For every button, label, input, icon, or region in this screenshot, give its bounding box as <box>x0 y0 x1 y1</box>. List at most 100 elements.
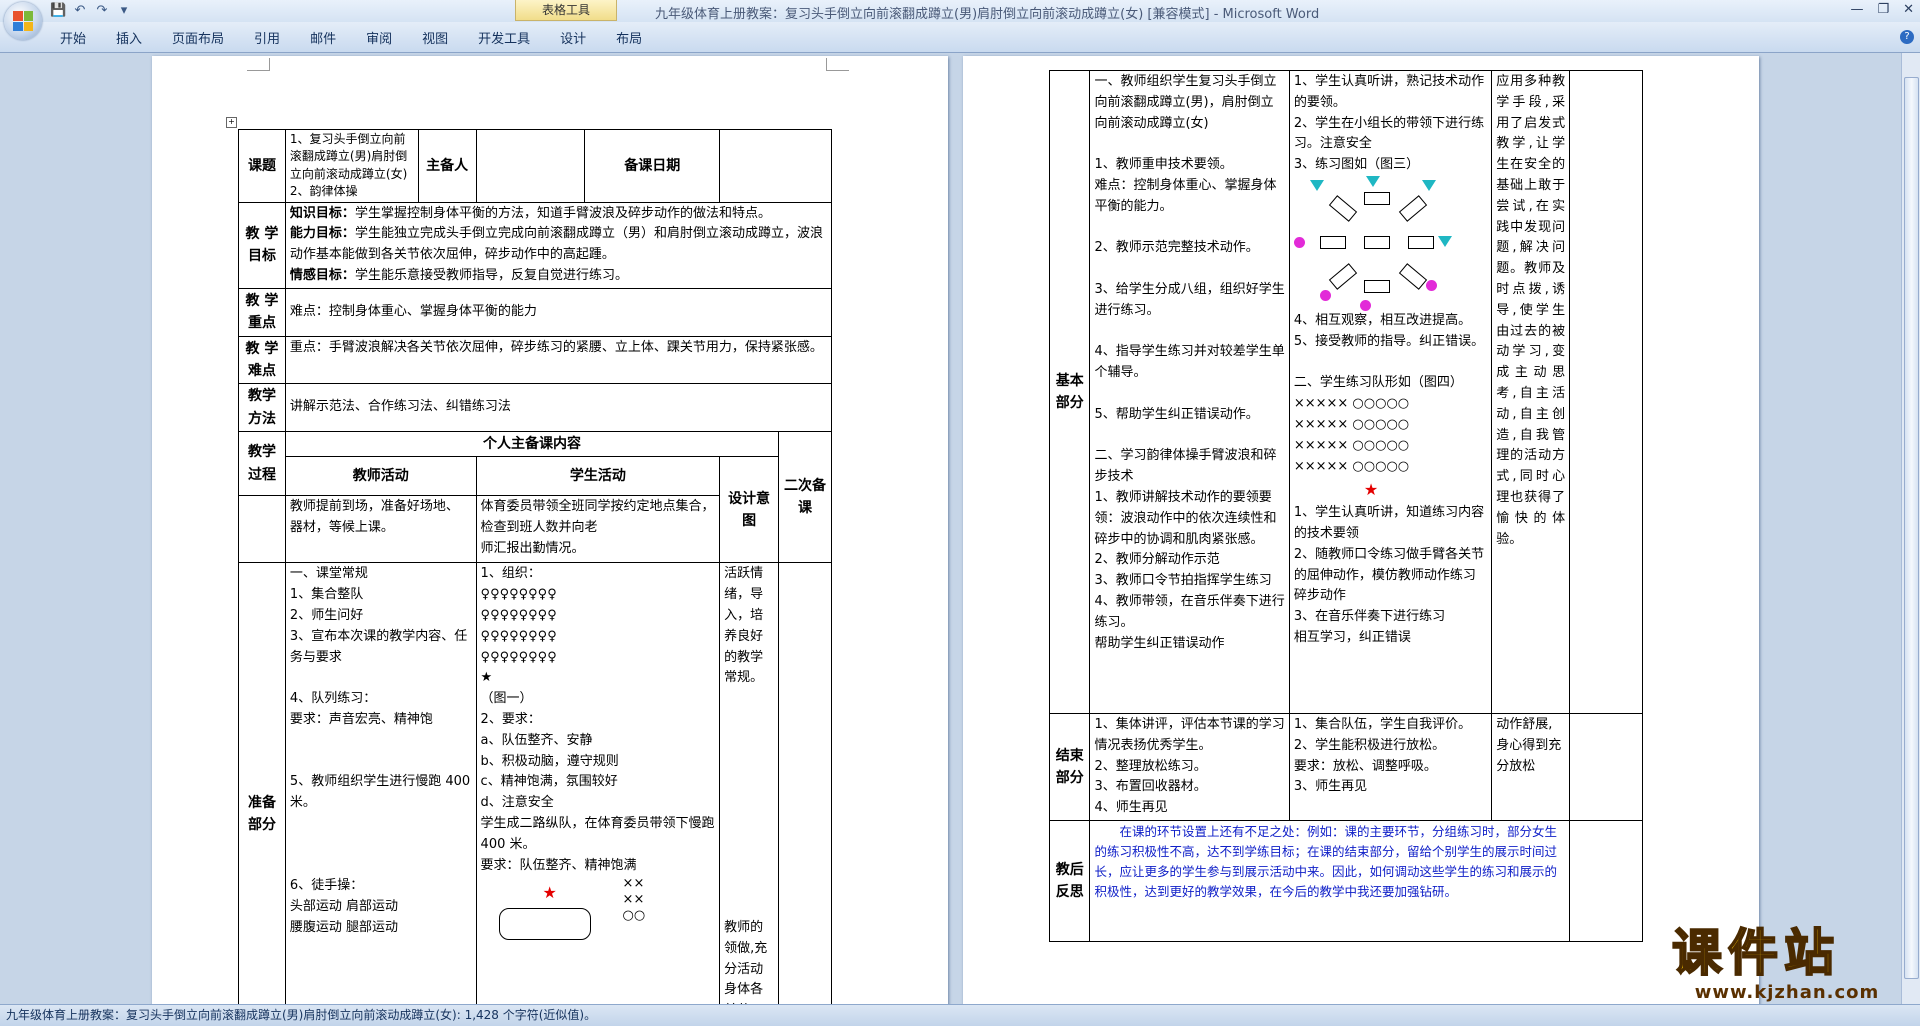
tab-page-layout[interactable]: 页面布局 <box>172 28 244 47</box>
tab-home[interactable]: 开始 <box>60 28 106 47</box>
mat-shape <box>1328 263 1357 290</box>
page-corner-mark <box>826 58 849 71</box>
document-workspace[interactable]: + 课题 1、复习头手倒立向前滚翻成蹲立(男)肩肘倒立向前滚动成蹲立(女) 2、… <box>0 53 1902 1004</box>
fig-cross-row: ×× <box>622 876 645 892</box>
tab-insert[interactable]: 插入 <box>116 28 162 47</box>
logo-url: www.kjzhan.com <box>1694 982 1880 1003</box>
redo-icon[interactable]: ↷ <box>94 3 110 18</box>
prep-date-cell[interactable] <box>719 129 832 203</box>
vertical-scrollbar[interactable] <box>1901 53 1920 1004</box>
objectives-label: 教 学 目标 <box>238 201 286 289</box>
tab-mailings[interactable]: 邮件 <box>310 28 356 47</box>
tab-review[interactable]: 审阅 <box>366 28 412 47</box>
ending-second-cell[interactable] <box>1569 713 1643 821</box>
lesson-plan-table: 课题 1、复习头手倒立向前滚翻成蹲立(男)肩肘倒立向前滚动成蹲立(女) 2、韵律… <box>238 129 833 1004</box>
mat-shape <box>1398 263 1427 290</box>
topic-label: 课题 <box>238 129 286 203</box>
pre-class-teacher-cell[interactable]: 教师提前到场，准备好场地、器材，等候上课。 <box>284 495 477 564</box>
ending-teacher-cell[interactable]: 1、集体讲评，评估本节课的学习情况表扬优秀学生。 2、整理放松练习。 3、布置回… <box>1089 713 1290 821</box>
close-icon[interactable]: ✕ <box>1903 2 1914 17</box>
knowledge-goal-label: 知识目标： <box>289 205 355 221</box>
fig-circle-row: ○○ <box>622 908 646 924</box>
basic-second-cell[interactable] <box>1569 70 1643 714</box>
document-page-2: 基本 部分 一、教师组织学生复习头手倒立向前滚翻成蹲立(男)，肩肘倒立向前滚动成… <box>963 56 1759 1004</box>
table-row: 教 学 重点 难点：控制身体重心、掌握身体平衡的能力 <box>238 287 833 337</box>
warmup-label: 准备 部分 <box>238 562 286 1004</box>
customize-qat-icon[interactable]: ▾ <box>116 3 132 18</box>
teacher-activity-header: 教师活动 <box>284 456 477 497</box>
table-row: 基本 部分 一、教师组织学生复习头手倒立向前滚翻成蹲立(男)，肩肘倒立向前滚动成… <box>1048 70 1643 714</box>
figure-formation-2: ★ ×× ×× ○○ <box>481 876 716 941</box>
warmup-student-cell[interactable]: 1、组织： ♀♀♀♀♀♀♀♀ ♀♀♀♀♀♀♀♀ ♀♀♀♀♀♀♀♀ ♀♀♀♀♀♀♀… <box>475 562 721 1004</box>
tab-references[interactable]: 引用 <box>254 28 300 47</box>
table-row: 教 学 难点 重点：手臂波浪解决各关节依次屈伸，碎步练习的紧腰、立上体、踝关节用… <box>238 335 833 385</box>
table-row: 教 学 目标 知识目标：学生掌握控制身体平衡的方法，知道手臂波浪及碎步动作的做法… <box>238 201 833 289</box>
emotion-goal-text: 学生能乐意接受教师指导，反复自觉进行练习。 <box>354 267 628 283</box>
tab-layout[interactable]: 布局 <box>616 28 662 47</box>
difficulties-cell[interactable]: 重点：手臂波浪解决各关节依次屈伸，碎步练习的紧腰、立上体、踝关节用力，保持紧张感… <box>284 335 833 385</box>
scrollbar-thumb[interactable] <box>1904 77 1919 979</box>
ending-student-cell[interactable]: 1、集合队伍，学生自我评价。 2、学生能积极进行放松。 要求：放松、调整呼吸。 … <box>1288 713 1493 821</box>
basic-part-label: 基本 部分 <box>1048 70 1091 714</box>
minimize-icon[interactable]: — <box>1850 2 1863 17</box>
cone-marker-icon <box>1365 175 1380 187</box>
undo-icon[interactable]: ↶ <box>72 3 88 18</box>
mat-shape <box>1398 195 1427 222</box>
cone-marker-icon <box>1437 235 1452 247</box>
objectives-cell[interactable]: 知识目标：学生掌握控制身体平衡的方法，知道手臂波浪及碎步动作的做法和特点。 能力… <box>284 201 833 289</box>
table-row: 准备 部分 一、课堂常规 1、集合整队 2、师生问好 3、宣布本次课的教学内容、… <box>238 562 832 1004</box>
mat-shape <box>1363 191 1390 205</box>
reflection-second-cell[interactable] <box>1569 819 1643 942</box>
quick-access-toolbar: 💾 ↶ ↷ ▾ <box>50 3 132 18</box>
help-icon[interactable]: ? <box>1900 30 1914 44</box>
student-dot-icon <box>1319 289 1331 301</box>
fig-cross-row: ×× <box>622 892 645 908</box>
mat-shape <box>1407 235 1434 249</box>
methods-cell[interactable]: 讲解示范法、合作练习法、纠错练习法 <box>284 383 833 433</box>
mat-shape <box>1319 235 1346 249</box>
basic-design-cell[interactable]: 应用多种教学手段,采用了启发式教学,让学生在安全的基础上敢于尝试,在实践中发现问… <box>1491 70 1571 714</box>
tab-design[interactable]: 设计 <box>560 28 606 47</box>
methods-label: 教学 方法 <box>238 383 286 433</box>
warmup-second-cell[interactable] <box>778 562 832 1004</box>
process-label: 教学 过程 <box>238 431 286 497</box>
basic-student-cell[interactable]: 1、学生认真听讲，熟记技术动作的要领。 2、学生在小组长的带领下进行练习。注意安… <box>1288 70 1493 714</box>
warmup-student-text: 1、组织： ♀♀♀♀♀♀♀♀ ♀♀♀♀♀♀♀♀ ♀♀♀♀♀♀♀♀ ♀♀♀♀♀♀♀… <box>480 566 715 873</box>
maximize-icon[interactable]: ❐ <box>1877 2 1889 17</box>
track-shape <box>498 908 591 941</box>
window-controls: — ❐ ✕ <box>1850 2 1914 17</box>
preparer-label: 主备人 <box>417 129 477 203</box>
table-row: 教后 反思 在课的环节设置上还有不足之处：例如：课的主要环节，分组练习时，部分女… <box>1048 819 1643 942</box>
save-icon[interactable]: 💾 <box>50 3 66 18</box>
table-move-handle-icon[interactable]: + <box>226 117 237 128</box>
context-tab-table-tools: 表格工具 <box>515 0 617 21</box>
student-dot-icon <box>1293 236 1305 248</box>
tab-view[interactable]: 视图 <box>422 28 468 47</box>
table-row: 教学 方法 讲解示范法、合作练习法、纠错练习法 <box>238 383 833 433</box>
ribbon: 开始 插入 页面布局 引用 邮件 审阅 视图 开发工具 设计 布局 ? <box>0 22 1920 53</box>
table-row: 课题 1、复习头手倒立向前滚翻成蹲立(男)肩肘倒立向前滚动成蹲立(女) 2、韵律… <box>238 129 832 203</box>
table-row: 结束 部分 1、集体讲评，评估本节课的学习情况表扬优秀学生。 2、整理放松练习。… <box>1048 713 1643 821</box>
warmup-design-cell[interactable]: 活跃情绪，导入，培养良好的教学常规。 教师的领做,充分活动身体各关节。防止运动损… <box>719 562 780 1004</box>
window-title: 九年级体育上册教案：复习头手倒立向前滚翻成蹲立(男)肩肘倒立向前滚动成蹲立(女)… <box>655 7 1320 22</box>
basic-teacher-cell[interactable]: 一、教师组织学生复习头手倒立向前滚翻成蹲立(男)，肩肘倒立向前滚动成蹲立(女) … <box>1089 70 1290 714</box>
office-logo-icon <box>13 11 33 31</box>
warmup-teacher-cell[interactable]: 一、课堂常规 1、集合整队 2、师生问好 3、宣布本次课的教学内容、任务与要求 … <box>284 562 477 1004</box>
logo-text: 课件站 <box>1671 923 1840 983</box>
office-button[interactable] <box>4 2 42 40</box>
key-points-label: 教 学 重点 <box>238 287 286 337</box>
reflection-cell[interactable]: 在课的环节设置上还有不足之处：例如：课的主要环节，分组练习时，部分女生的练习积极… <box>1089 819 1571 942</box>
key-points-cell[interactable]: 难点：控制身体重心、掌握身体平衡的能力 <box>284 287 833 337</box>
emotion-goal-label: 情感目标： <box>289 267 355 283</box>
ending-design-cell[interactable]: 动作舒展,身心得到充分放松 <box>1491 713 1571 821</box>
topic-cell[interactable]: 1、复习头手倒立向前滚翻成蹲立(男)肩肘倒立向前滚动成蹲立(女) 2、韵律体操 <box>284 129 419 203</box>
tab-developer[interactable]: 开发工具 <box>478 28 550 47</box>
page-corner-mark <box>247 58 270 71</box>
document-page-1: + 课题 1、复习头手倒立向前滚翻成蹲立(男)肩肘倒立向前滚动成蹲立(女) 2、… <box>152 56 948 1004</box>
design-intent-header: 设计意图 <box>719 456 780 564</box>
cone-marker-icon <box>1421 179 1436 191</box>
preparer-cell[interactable] <box>475 129 586 203</box>
title-bar: 💾 ↶ ↷ ▾ 表格工具 九年级体育上册教案：复习头手倒立向前滚翻成蹲立(男)肩… <box>0 0 1920 22</box>
difficulties-label: 教 学 难点 <box>238 335 286 385</box>
pre-class-student-cell[interactable]: 体育委员带领全班同学按约定地点集合，检查到班人数并向老 师汇报出勤情况。 <box>475 495 721 564</box>
